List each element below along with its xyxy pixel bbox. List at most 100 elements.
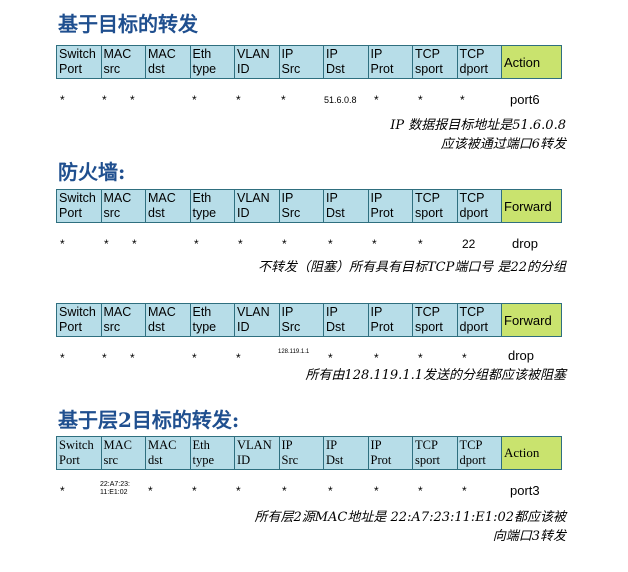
value-mac-dst: * <box>130 93 135 107</box>
rule-explanation: 不转发（阻塞）所有具有目标TCP端口号 是22的分组 <box>258 258 566 277</box>
note-line: 不转发（阻塞）所有具有目标TCP端口号 是22的分组 <box>257 260 566 275</box>
header-eth-type: Eth type <box>190 190 235 222</box>
header-ip-dst: IP Dst <box>324 46 369 78</box>
value-ip-src: 128.119.1.1 <box>278 349 310 355</box>
note-line: 所有由128.119.1.1发送的分组都应该被阻塞 <box>305 368 566 383</box>
header-eth-type: Eth type <box>190 46 235 78</box>
section-title-destination-forwarding: 基于目标的转发 <box>58 12 198 36</box>
value-action: drop <box>512 236 539 251</box>
header-mac-src: MAC src <box>101 304 146 336</box>
value-vlan-id: * <box>238 237 243 251</box>
value-action: port6 <box>510 92 540 107</box>
value-tcp-sport: * <box>418 351 423 365</box>
header-ip-src: IP Src <box>279 190 324 222</box>
value-tcp-sport: * <box>418 484 423 498</box>
flow-rule-values: * 22:A7:23: 11:E1:02 * * * * * * * * por… <box>56 481 576 503</box>
value-mac-src: * <box>104 237 109 251</box>
value-vlan-id: * <box>236 484 241 498</box>
value-ip-prot: * <box>372 237 377 251</box>
value-action: port3 <box>510 483 540 498</box>
header-ip-prot: IP Prot <box>368 304 413 336</box>
value-mac-dst: * <box>130 351 135 365</box>
header-ip-prot: IP Prot <box>368 437 413 469</box>
header-ip-src: IP Src <box>279 304 324 336</box>
value-ip-dst: 51.6.0.8 <box>324 95 357 105</box>
header-action: Action <box>502 437 561 469</box>
header-ip-src: IP Src <box>279 437 324 469</box>
header-action: Action <box>502 46 561 78</box>
value-switch-port: * <box>60 351 65 365</box>
rule-explanation: 所有层2源MAC地址是 22:A7:23:11:E1:02都应该被 向端口3转发 <box>254 508 566 546</box>
value-switch-port: * <box>60 93 65 107</box>
header-mac-src: MAC src <box>101 437 146 469</box>
note-line: 应该被通过端口6转发 <box>440 137 566 152</box>
value-ip-src: * <box>282 484 287 498</box>
header-ip-prot: IP Prot <box>368 190 413 222</box>
value-ip-dst: * <box>328 351 333 365</box>
value-eth-type: * <box>192 93 197 107</box>
flow-table-header: Switch Port MAC src MAC dst Eth type VLAN ID … <box>56 189 562 223</box>
value-mac-dst: * <box>132 237 137 251</box>
header-switch-port: Switch Port <box>57 190 102 222</box>
note-line: IP 数据报目标地址是51.6.0.8 <box>390 118 566 133</box>
value-action: drop <box>508 348 535 363</box>
value-tcp-dport: * <box>462 351 467 365</box>
header-ip-prot: IP Prot <box>368 46 413 78</box>
header-switch-port: Switch Port <box>57 304 102 336</box>
header-eth-type: Eth type <box>190 304 235 336</box>
header-switch-port: Switch Port <box>57 46 102 78</box>
flow-table-header: Switch Port MAC src MAC dst Eth type VLAN ID … <box>56 436 562 470</box>
flow-table-header: Switch Port MAC src MAC dst Eth type VLAN ID … <box>56 45 562 79</box>
value-mac-src: 22:A7:23: 11:E1:02 <box>100 481 130 496</box>
value-ip-dst: * <box>328 237 333 251</box>
rule-explanation: 所有由128.119.1.1发送的分组都应该被阻塞 <box>305 366 566 385</box>
header-ip-dst: IP Dst <box>324 437 369 469</box>
header-ip-dst: IP Dst <box>324 190 369 222</box>
header-forward: Forward <box>502 304 561 336</box>
value-switch-port: * <box>60 237 65 251</box>
value-mac-src: * <box>102 351 107 365</box>
value-tcp-dport: * <box>462 484 467 498</box>
header-tcp-sport: TCP sport <box>413 304 458 336</box>
value-vlan-id: * <box>236 93 241 107</box>
value-ip-prot: * <box>374 484 379 498</box>
value-vlan-id: * <box>236 351 241 365</box>
header-vlan-id: VLAN ID <box>235 190 280 222</box>
value-ip-prot: * <box>374 93 379 107</box>
header-tcp-dport: TCP dport <box>457 46 502 78</box>
header-vlan-id: VLAN ID <box>235 304 280 336</box>
header-tcp-dport: TCP dport <box>457 304 502 336</box>
header-tcp-sport: TCP sport <box>413 190 458 222</box>
value-eth-type: * <box>192 351 197 365</box>
value-eth-type: * <box>192 484 197 498</box>
value-ip-prot: * <box>374 351 379 365</box>
value-tcp-sport: * <box>418 93 423 107</box>
flow-table-header: Switch Port MAC src MAC dst Eth type VLAN ID … <box>56 303 562 337</box>
value-mac-dst: * <box>148 484 153 498</box>
header-tcp-dport: TCP dport <box>457 190 502 222</box>
value-eth-type: * <box>194 237 199 251</box>
value-tcp-sport: * <box>418 237 423 251</box>
value-ip-dst: * <box>328 484 333 498</box>
flow-rule-values: * * * * * * * * * 22 drop <box>56 237 576 259</box>
header-mac-dst: MAC dst <box>146 190 191 222</box>
value-mac-src: * <box>102 93 107 107</box>
header-ip-dst: IP Dst <box>324 304 369 336</box>
note-line: 向端口3转发 <box>492 529 566 544</box>
flow-rule-values: * * * * * * 51.6.0.8 * * * port6 <box>56 93 576 115</box>
header-mac-dst: MAC dst <box>146 304 191 336</box>
header-tcp-dport: TCP dport <box>457 437 502 469</box>
value-ip-src: * <box>281 93 286 107</box>
header-vlan-id: VLAN ID <box>235 46 280 78</box>
header-eth-type: Eth type <box>190 437 235 469</box>
value-tcp-dport: * <box>460 93 465 107</box>
header-forward: Forward <box>502 190 561 222</box>
note-line: 所有层2源MAC地址是 22:A7:23:11:E1:02都应该被 <box>254 510 566 525</box>
rule-explanation: IP 数据报目标地址是51.6.0.8 应该被通过端口6转发 <box>390 116 566 154</box>
header-mac-dst: MAC dst <box>146 46 191 78</box>
value-tcp-dport: 22 <box>462 237 476 251</box>
header-mac-dst: MAC dst <box>146 437 191 469</box>
header-tcp-sport: TCP sport <box>413 46 458 78</box>
section-title-layer2-forwarding: 基于层2目标的转发: <box>58 408 240 432</box>
value-switch-port: * <box>60 484 65 498</box>
